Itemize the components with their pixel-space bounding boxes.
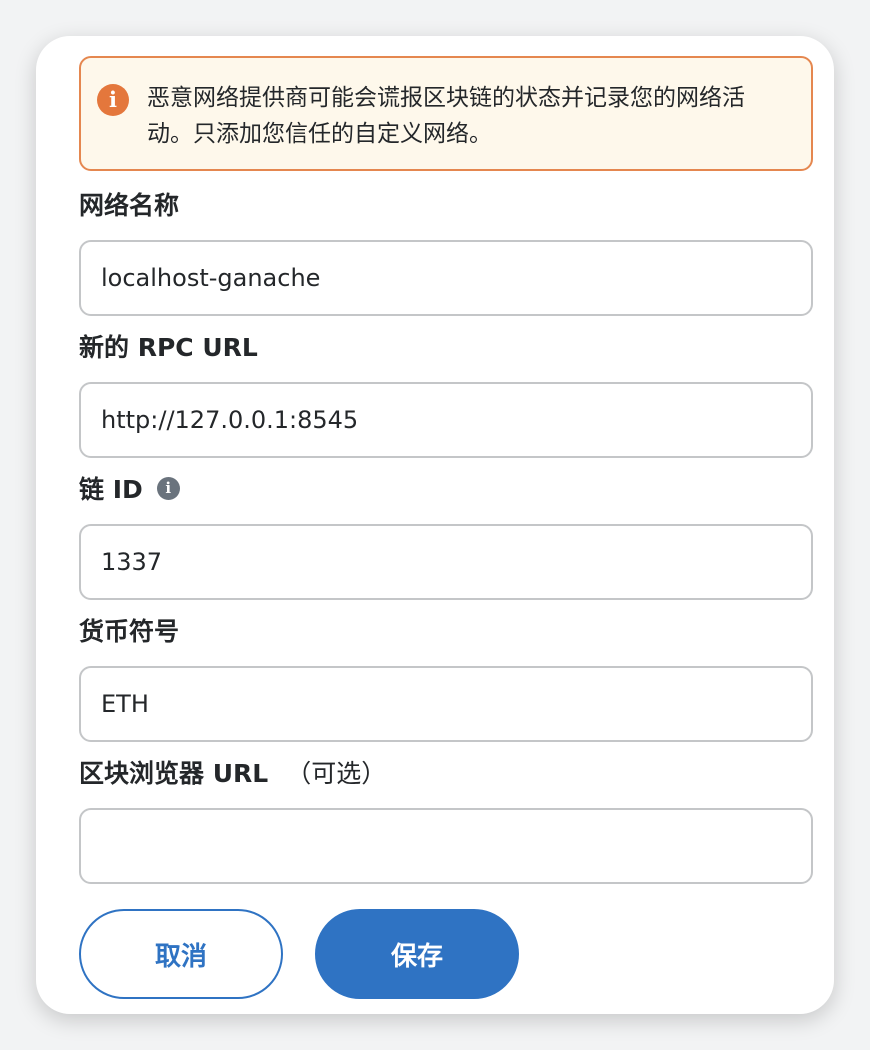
currency-symbol-label-text: 货币符号 <box>79 617 180 646</box>
chain-id-info-icon[interactable]: i <box>156 476 180 500</box>
network-name-label-text: 网络名称 <box>79 191 180 220</box>
chain-id-label-text: 链 ID <box>79 475 143 504</box>
rpc-url-label: 新的 RPC URL <box>79 328 258 364</box>
rpc-url-label-text: 新的 RPC URL <box>79 333 258 362</box>
block-explorer-label-text: 区块浏览器 URL <box>79 759 269 788</box>
save-button[interactable]: 保存 <box>315 909 519 999</box>
block-explorer-label: 区块浏览器 URL （可选） <box>79 754 386 790</box>
warning-info-icon: i <box>97 84 129 116</box>
currency-symbol-input[interactable] <box>79 666 813 742</box>
warning-text: 恶意网络提供商可能会谎报区块链的状态并记录您的网络活动。只添加您信任的自定义网络… <box>147 85 745 147</box>
rpc-url-input[interactable] <box>79 382 813 458</box>
block-explorer-input[interactable] <box>79 808 813 884</box>
cancel-button[interactable]: 取消 <box>79 909 283 999</box>
network-name-label: 网络名称 <box>79 186 179 222</box>
warning-banner: i 恶意网络提供商可能会谎报区块链的状态并记录您的网络活动。只添加您信任的自定义… <box>79 56 813 171</box>
currency-symbol-label: 货币符号 <box>79 612 179 648</box>
block-explorer-optional-text: （可选） <box>286 759 387 788</box>
chain-id-input[interactable] <box>79 524 813 600</box>
network-name-input[interactable] <box>79 240 813 316</box>
add-network-card: i 恶意网络提供商可能会谎报区块链的状态并记录您的网络活动。只添加您信任的自定义… <box>36 36 834 1014</box>
chain-id-label: 链 ID i <box>79 470 180 506</box>
